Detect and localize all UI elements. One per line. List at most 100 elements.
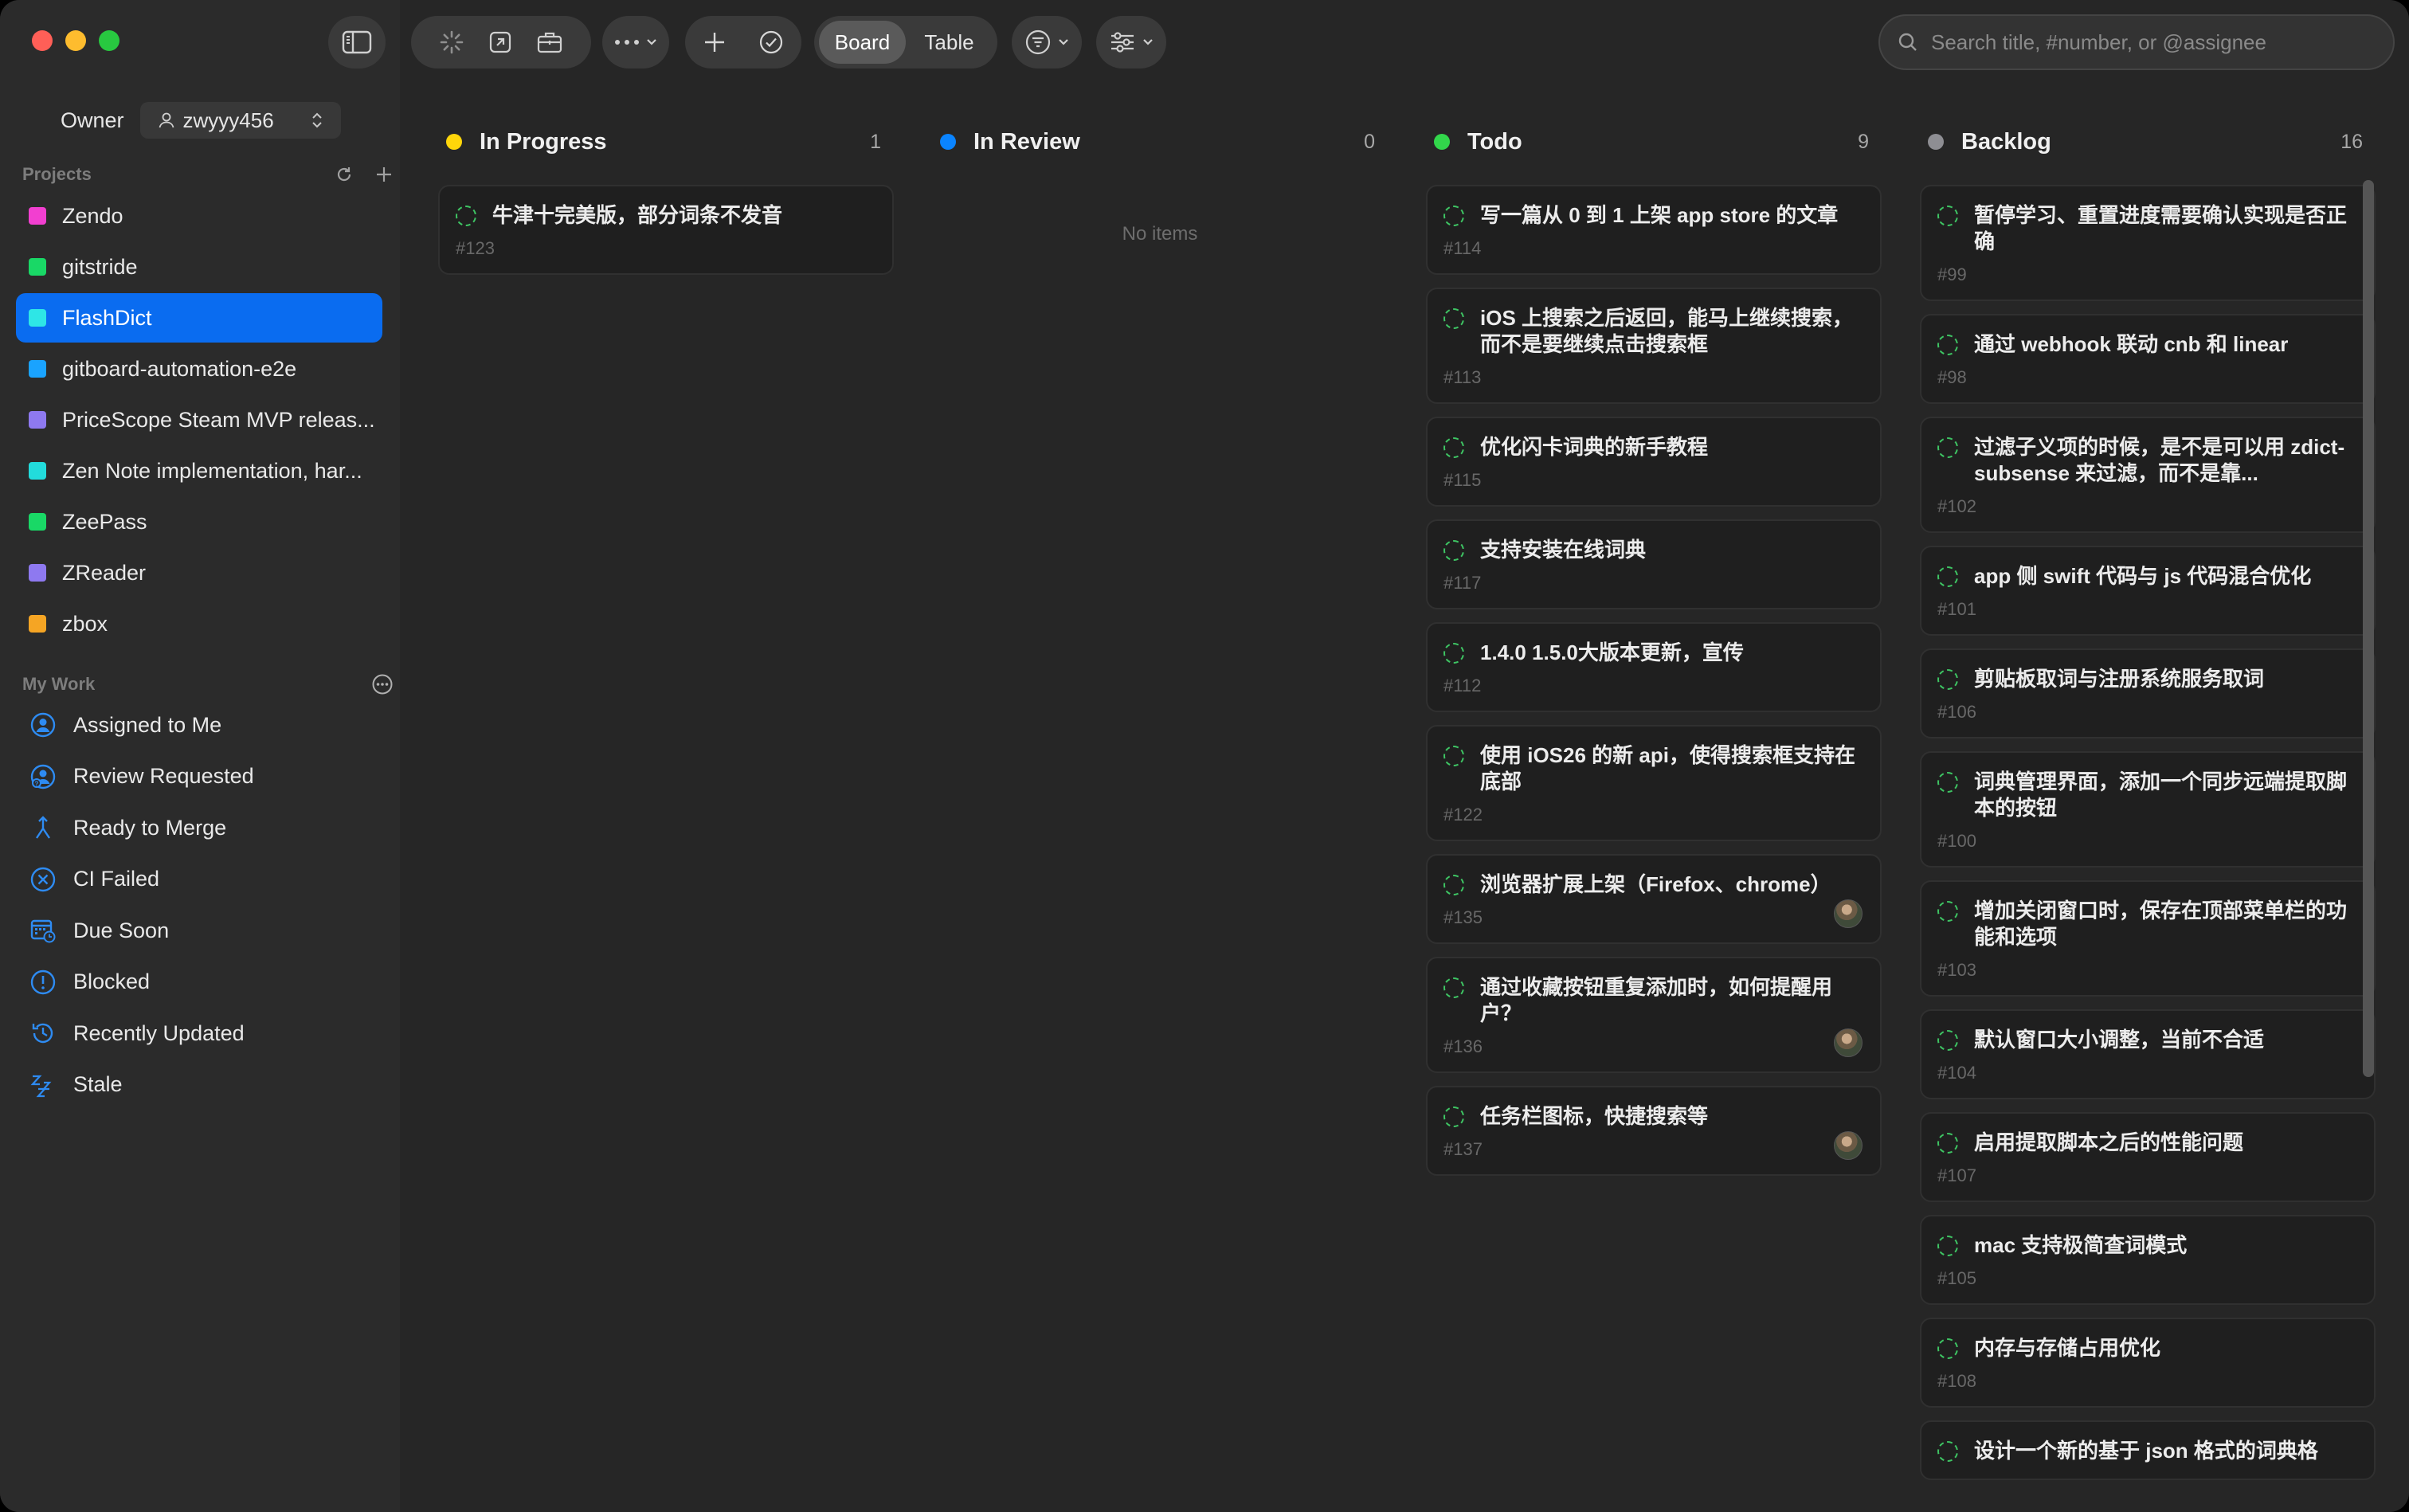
assignee-avatar[interactable] xyxy=(1834,1131,1863,1160)
status-todo-icon[interactable] xyxy=(1937,566,1958,587)
view-table-tab[interactable]: Table xyxy=(906,21,993,64)
column-status-dot xyxy=(1928,134,1944,150)
issue-card[interactable]: 写一篇从 0 到 1 上架 app store 的文章 #114 xyxy=(1426,185,1882,275)
status-todo-icon[interactable] xyxy=(1937,669,1958,690)
status-todo-icon[interactable] xyxy=(1443,308,1464,329)
issue-card[interactable]: 设计一个新的基于 json 格式的词典格 xyxy=(1920,1420,2376,1480)
sidebar-project-item[interactable]: gitboard-automation-e2e xyxy=(16,344,382,394)
status-todo-icon[interactable] xyxy=(1937,772,1958,793)
issue-card[interactable]: 支持安装在线词典 #117 xyxy=(1426,519,1882,609)
issue-card[interactable]: 启用提取脚本之后的性能问题 #107 xyxy=(1920,1112,2376,1202)
issue-card[interactable]: 暂停学习、重置进度需要确认实现是否正确 #99 xyxy=(1920,185,2376,301)
refresh-icon[interactable] xyxy=(335,165,354,184)
loading-spinner-icon[interactable] xyxy=(439,29,464,55)
plus-icon[interactable] xyxy=(703,30,727,54)
owner-select[interactable]: zwyyy456 xyxy=(139,102,341,139)
issue-card[interactable]: 1.4.0 1.5.0大版本更新，宣传 #112 xyxy=(1426,622,1882,712)
mywork-item[interactable]: Assigned to Me xyxy=(29,699,379,751)
briefcase-icon[interactable] xyxy=(536,30,563,54)
mywork-item[interactable]: Ready to Merge xyxy=(29,802,379,854)
issue-card[interactable]: 浏览器扩展上架（Firefox、chrome） #135 xyxy=(1426,854,1882,944)
project-label: FlashDict xyxy=(62,305,152,330)
merge-icon xyxy=(29,813,57,842)
issue-card[interactable]: 优化闪卡词典的新手教程 #115 xyxy=(1426,417,1882,507)
issue-title: 剪贴板取词与注册系统服务取词 xyxy=(1974,667,2265,691)
issue-card[interactable]: 使用 iOS26 的新 api，使得搜索框支持在底部 #122 xyxy=(1426,725,1882,841)
issue-card[interactable]: 剪贴板取词与注册系统服务取词 #106 xyxy=(1920,648,2376,738)
issue-card[interactable]: 增加关闭窗口时，保存在顶部菜单栏的功能和选项 #103 xyxy=(1920,880,2376,997)
status-todo-icon[interactable] xyxy=(1937,1338,1958,1359)
status-todo-icon[interactable] xyxy=(1937,1441,1958,1462)
issue-card[interactable]: 过滤子义项的时候，是不是可以用 zdict-subsense 来过滤，而不是靠.… xyxy=(1920,417,2376,533)
assignee-avatar[interactable] xyxy=(1834,899,1863,928)
sidebar-project-item[interactable]: ZeePass xyxy=(16,497,382,546)
sidebar-project-item[interactable]: gitstride xyxy=(16,242,382,292)
filter-button[interactable] xyxy=(1012,16,1082,69)
issue-card[interactable]: 任务栏图标，快捷搜索等 #137 xyxy=(1426,1086,1882,1176)
owner-value: zwyyy456 xyxy=(182,108,274,132)
issue-card[interactable]: iOS 上搜索之后返回，能马上继续搜索，而不是要继续点击搜索框 #113 xyxy=(1426,288,1882,404)
display-options-button[interactable] xyxy=(1096,16,1166,69)
search-input[interactable] xyxy=(1931,29,2377,55)
issue-number: #137 xyxy=(1443,1139,1483,1159)
board-column: Backlog 16 暂停学习、重置进度需要确认实现是否正确 #99 通过 webhoo… xyxy=(1920,119,2376,1480)
issue-number: #106 xyxy=(1937,702,1976,722)
status-todo-icon[interactable] xyxy=(1443,643,1464,664)
issue-title: 设计一个新的基于 json 格式的词典格 xyxy=(1974,1439,2318,1463)
issue-card[interactable]: app 侧 swift 代码与 js 代码混合优化 #101 xyxy=(1920,546,2376,636)
project-color-swatch xyxy=(29,207,46,225)
add-project-icon[interactable] xyxy=(374,165,394,184)
sidebar-project-item[interactable]: FlashDict xyxy=(16,293,382,343)
mywork-item[interactable]: Due Soon xyxy=(29,905,379,957)
issue-number: #102 xyxy=(1937,496,1976,516)
view-board-tab[interactable]: Board xyxy=(819,21,906,64)
issue-card[interactable]: 词典管理界面，添加一个同步远端提取脚本的按钮 #100 xyxy=(1920,751,2376,868)
status-todo-icon[interactable] xyxy=(1443,875,1464,895)
owner-label: Owner xyxy=(61,108,124,132)
issue-card[interactable]: 内存与存储占用优化 #108 xyxy=(1920,1318,2376,1408)
status-todo-icon[interactable] xyxy=(1937,901,1958,922)
issue-card[interactable]: 通过收藏按钮重复添加时，如何提醒用户？ #136 xyxy=(1426,957,1882,1073)
mywork-item[interactable]: ? Review Requested xyxy=(29,751,379,803)
check-circle-icon[interactable] xyxy=(758,29,784,55)
status-todo-icon[interactable] xyxy=(1443,1107,1464,1127)
issue-card[interactable]: 默认窗口大小调整，当前不合适 #104 xyxy=(1920,1009,2376,1099)
status-todo-icon[interactable] xyxy=(456,206,476,226)
backlog-scrollbar[interactable] xyxy=(2363,180,2374,1077)
projects-header: Projects xyxy=(22,164,394,185)
sidebar-project-item[interactable]: Zendo xyxy=(16,191,382,241)
status-todo-icon[interactable] xyxy=(1443,977,1464,998)
status-todo-icon[interactable] xyxy=(1443,746,1464,766)
more-circle-icon[interactable] xyxy=(371,673,394,695)
more-menu-button[interactable] xyxy=(602,16,669,69)
assignee-avatar[interactable] xyxy=(1834,1028,1863,1057)
sidebar-project-item[interactable]: ZReader xyxy=(16,548,382,597)
history-icon xyxy=(29,1019,57,1048)
mywork-item[interactable]: CI Failed xyxy=(29,854,379,906)
project-color-swatch xyxy=(29,309,46,327)
status-todo-icon[interactable] xyxy=(1937,335,1958,355)
status-todo-icon[interactable] xyxy=(1443,206,1464,226)
calendar-clock-icon xyxy=(29,916,57,945)
sidebar-project-item[interactable]: zbox xyxy=(16,599,382,648)
mywork-label: Recently Updated xyxy=(73,1020,245,1045)
issue-title: 1.4.0 1.5.0大版本更新，宣传 xyxy=(1480,640,1744,664)
issue-card[interactable]: mac 支持极简查词模式 #105 xyxy=(1920,1215,2376,1305)
status-todo-icon[interactable] xyxy=(1443,540,1464,561)
open-external-icon[interactable] xyxy=(488,30,512,54)
toggle-sidebar-button[interactable] xyxy=(328,16,386,69)
issue-number: #114 xyxy=(1443,238,1482,258)
status-todo-icon[interactable] xyxy=(1937,437,1958,458)
status-todo-icon[interactable] xyxy=(1937,1133,1958,1154)
status-todo-icon[interactable] xyxy=(1443,437,1464,458)
mywork-item[interactable]: Recently Updated xyxy=(29,1008,379,1060)
mywork-item[interactable]: Blocked xyxy=(29,957,379,1009)
sidebar-project-item[interactable]: Zen Note implementation, har... xyxy=(16,446,382,496)
issue-card[interactable]: 牛津十完美版，部分词条不发音 #123 xyxy=(438,185,894,275)
mywork-item[interactable]: Stale xyxy=(29,1060,379,1111)
status-todo-icon[interactable] xyxy=(1937,206,1958,226)
status-todo-icon[interactable] xyxy=(1937,1030,1958,1051)
issue-card[interactable]: 通过 webhook 联动 cnb 和 linear #98 xyxy=(1920,314,2376,404)
sidebar-project-item[interactable]: PriceScope Steam MVP releas... xyxy=(16,395,382,445)
status-todo-icon[interactable] xyxy=(1937,1236,1958,1256)
